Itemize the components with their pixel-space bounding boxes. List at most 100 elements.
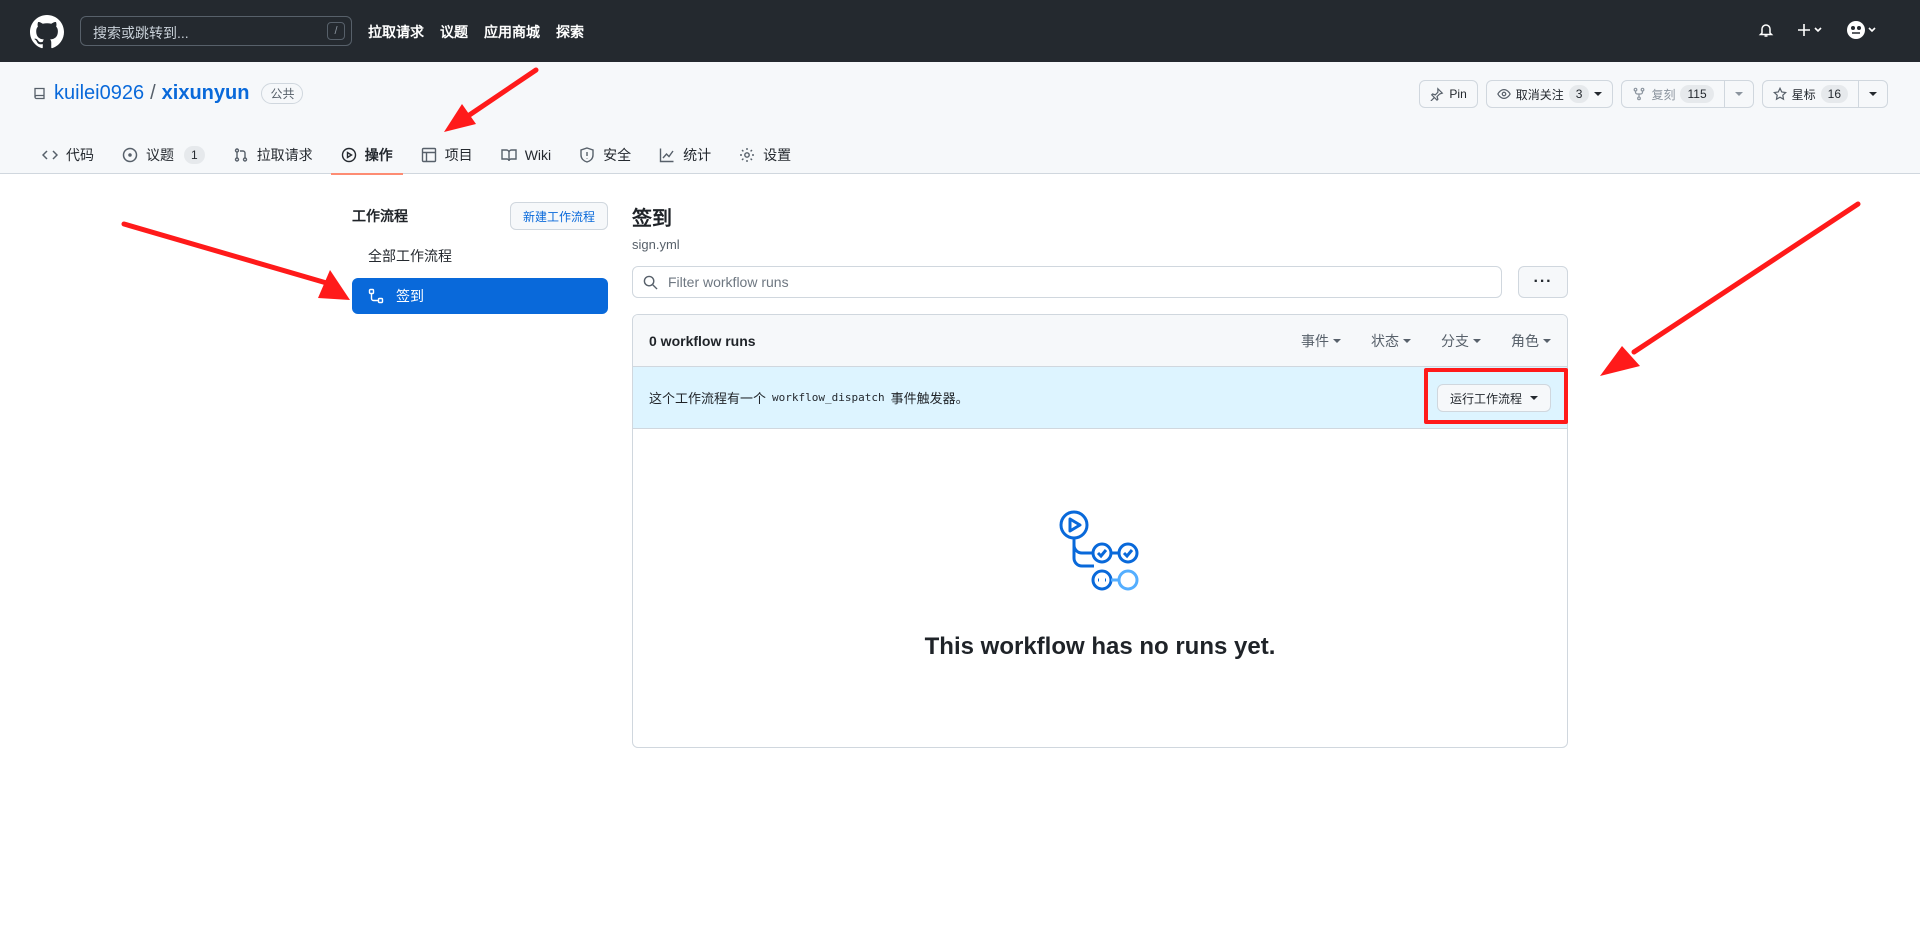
tab-label: 代码 [66,147,94,163]
star-dropdown[interactable] [1858,81,1887,107]
tab-code[interactable]: 代码 [32,136,104,174]
nav-explore[interactable]: 探索 [556,22,584,42]
pin-label: Pin [1449,87,1467,101]
watch-button[interactable]: 取消关注 3 [1485,80,1614,108]
filter-row: Filter workflow runs ··· [632,266,1568,298]
workflow-title: 签到 [632,208,672,230]
fork-dropdown[interactable] [1723,81,1753,107]
star-button[interactable]: 星标 16 [1761,80,1888,108]
tab-actions[interactable]: 操作 [330,136,403,175]
workflow-icon [368,288,384,304]
github-logo-icon[interactable] [30,15,64,49]
tab-label: 设置 [763,147,792,163]
star-label: 星标 [1791,87,1816,102]
tab-insights[interactable]: 统计 [649,136,721,174]
chevron-down-icon [1403,338,1411,343]
nav-pull-requests[interactable]: 拉取请求 [368,22,424,42]
filter-branch-dropdown[interactable]: 分支 [1441,331,1481,351]
avatar-icon[interactable] [1846,20,1880,40]
graph-icon [659,148,674,163]
workflow-file-link[interactable]: sign.yml [632,237,1568,252]
runs-header: 0 workflow runs 事件 状态 分支 角色 [633,315,1567,367]
tab-label: Wiki [524,147,552,163]
sidebar-title: 工作流程 [352,208,408,224]
annotation-arrow-sidebar-workflow [121,221,350,300]
repo-tabs: 代码 议题 1 拉取请求 操作 项目 Wiki 安全 统计 设置 [32,136,801,175]
chevron-down-icon [1734,92,1743,96]
tab-settings[interactable]: 设置 [729,136,801,174]
filter-label: 角色 [1511,332,1539,349]
global-nav: 拉取请求 议题 应用商城 探索 [368,22,584,42]
filter-placeholder: Filter workflow runs [668,274,789,290]
tab-projects[interactable]: 项目 [411,136,483,174]
watch-label: 取消关注 [1515,87,1564,102]
fork-icon [1634,87,1645,101]
pin-icon [1430,87,1444,101]
tab-security[interactable]: 安全 [569,136,641,174]
global-header: 搜索或跳转到... / 拉取请求 议题 应用商城 探索 [0,0,1920,62]
pin-button[interactable]: Pin [1419,80,1478,108]
sidebar-item-label: 签到 [396,288,424,304]
visibility-badge: 公共 [261,83,304,104]
filter-event-dropdown[interactable]: 事件 [1301,331,1341,351]
star-count: 16 [1820,85,1848,103]
repo-owner-link[interactable]: kuilei0926 [54,82,144,105]
sidebar-item-all-workflows[interactable]: 全部工作流程 [352,238,608,274]
nav-issues[interactable]: 议题 [440,22,468,42]
bell-icon[interactable] [1758,22,1774,38]
filter-label: 状态 [1371,332,1399,349]
play-icon [341,147,356,163]
search-shortcut-key: / [327,22,345,40]
dispatch-text-before: 这个工作流程有一个 [649,391,767,406]
tab-label: 操作 [364,147,393,163]
create-new-icon[interactable] [1796,22,1824,38]
tab-label: 安全 [603,147,632,163]
new-workflow-button[interactable]: 新建工作流程 [509,202,608,230]
repo-title: kuilei0926 / xixunyun 公共 [32,82,304,105]
sidebar-item-selected-workflow[interactable]: 签到 [352,278,608,314]
issues-count: 1 [184,146,205,164]
nav-marketplace[interactable]: 应用商城 [484,22,540,42]
tab-pull-requests[interactable]: 拉取请求 [223,136,323,174]
search-icon [643,275,658,290]
dispatch-text-after: 事件触发器。 [890,391,969,406]
tab-wiki[interactable]: Wiki [491,136,561,174]
fork-count: 115 [1680,85,1714,103]
issue-icon [122,147,138,163]
tab-label: 项目 [444,147,473,163]
tab-issues[interactable]: 议题 1 [112,136,215,174]
filter-actor-dropdown[interactable]: 角色 [1511,331,1551,351]
runs-count: 0 workflow runs [649,332,756,349]
empty-state-message: This workflow has no runs yet. [924,633,1276,660]
shield-icon [580,147,594,163]
chevron-down-icon [1473,338,1481,343]
filter-workflow-runs-input[interactable]: Filter workflow runs [632,266,1502,298]
sidebar-item-label: 全部工作流程 [368,248,452,264]
repo-header: kuilei0926 / xixunyun 公共 Pin 取消关注 3 复刻 1… [0,62,1920,175]
table-icon [421,147,436,163]
fork-button[interactable]: 复刻 115 [1621,80,1754,108]
more-options-button[interactable]: ··· [1518,266,1568,298]
annotation-highlight-box [1424,368,1568,424]
repo-icon [34,87,45,99]
workflow-main: 签到 sign.yml Filter workflow runs ··· 0 w… [632,202,1568,748]
gear-icon [740,148,755,162]
search-input[interactable]: 搜索或跳转到... / [80,16,352,46]
empty-state: This workflow has no runs yet. [633,429,1567,747]
search-placeholder: 搜索或跳转到... [93,25,189,41]
chevron-down-icon [1594,92,1603,96]
repo-name-link[interactable]: xixunyun [162,82,250,105]
chevron-down-icon [1333,338,1341,343]
filter-status-dropdown[interactable]: 状态 [1371,331,1411,351]
fork-label: 复刻 [1651,87,1676,102]
header-actions [1758,20,1880,40]
book-icon [500,149,517,162]
workflows-sidebar: 工作流程 新建工作流程 全部工作流程 签到 [352,202,608,314]
star-icon [1772,87,1787,101]
tab-label: 议题 [146,147,174,163]
chevron-down-icon [1543,338,1551,343]
chevron-down-icon [1869,92,1877,96]
dispatch-code: workflow_dispatch [772,391,885,404]
filter-label: 分支 [1441,332,1469,349]
pull-request-icon [234,148,247,162]
